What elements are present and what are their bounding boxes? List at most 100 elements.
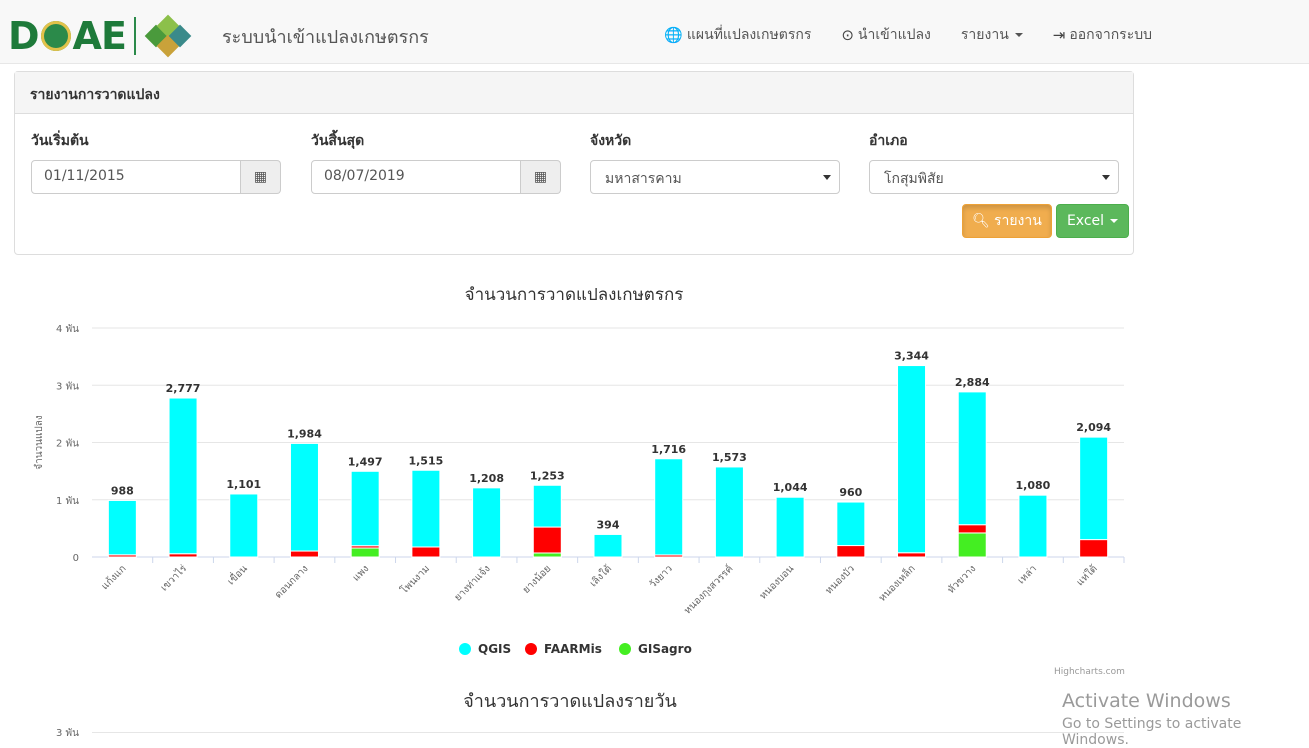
data-label: 1,080 <box>1016 479 1051 492</box>
district-label: อำเภอ <box>869 133 908 149</box>
x-category-label: หนองเหล็ก <box>875 561 918 604</box>
province-field: จังหวัด มหาสารคาม <box>590 130 840 194</box>
bar-gisagro <box>350 547 380 558</box>
province-label: จังหวัด <box>590 133 632 149</box>
end-date-input[interactable]: 08/07/2019 <box>311 160 521 194</box>
report-filter-panel: รายงานการวาดแปลง วันเริ่มต้น 01/11/2015 … <box>14 71 1134 255</box>
bar-qgis <box>107 499 137 556</box>
bar-faarmis <box>957 524 987 534</box>
x-category-label: โพนงาม <box>397 562 432 597</box>
upload-circle-icon: ⊙ <box>841 26 854 44</box>
start-date-input[interactable]: 01/11/2015 <box>31 160 241 194</box>
bar-qgis <box>654 458 684 556</box>
bar-qgis <box>532 484 562 528</box>
bar-faarmis <box>532 526 562 554</box>
x-category-label: แพง <box>351 563 372 584</box>
daily-chart-title: จำนวนการวาดแปลงรายวัน <box>463 691 677 712</box>
excel-button-label: Excel <box>1066 213 1105 229</box>
doae-logo[interactable]: D AE <box>8 14 194 58</box>
data-label: 1,253 <box>530 469 565 482</box>
bar-qgis <box>1018 494 1048 558</box>
x-category-label: เลิงใต้ <box>587 563 614 590</box>
x-category-label: หนองกุงสวรรค์ <box>682 563 736 617</box>
data-label: 2,884 <box>955 376 990 389</box>
calendar-icon[interactable]: ▦ <box>521 160 561 194</box>
start-date-field: วันเริ่มต้น 01/11/2015 ▦ <box>31 130 281 194</box>
province-select[interactable]: มหาสารคาม <box>590 160 840 194</box>
logo-wordmark: D AE <box>8 14 127 58</box>
calendar-icon[interactable]: ▦ <box>241 160 281 194</box>
chevron-down-icon <box>1110 219 1119 223</box>
x-category-label: ยางท่าแจ้ง <box>452 563 493 604</box>
x-category-label: หนองบัว <box>824 563 857 596</box>
legend-marker-gisagro <box>619 643 631 655</box>
district-field: อำเภอ โกสุมพิสัย <box>869 130 1119 194</box>
bar-qgis <box>168 397 198 555</box>
data-label: 394 <box>597 518 620 531</box>
nav-map[interactable]: 🌐 แผนที่แปลงเกษตรกร <box>664 24 811 46</box>
bar-qgis <box>775 496 805 558</box>
legend-marker-faarmis <box>525 643 537 655</box>
bar-qgis <box>289 442 319 552</box>
y-tick-label: 1 พัน <box>56 496 79 507</box>
excel-button[interactable]: Excel <box>1056 204 1129 238</box>
bar-qgis <box>957 391 987 526</box>
x-category-label: เขื่อน <box>224 561 250 587</box>
nav-report-dropdown[interactable]: รายงาน <box>961 24 1023 46</box>
y-tick-label: 4 พัน <box>56 324 79 335</box>
bar-chart-svg: จำนวนการวาดแปลงเกษตรกร 0 1 พัน 2 พัน 3 พัน 4 … <box>34 285 1125 656</box>
bar-qgis <box>593 533 623 558</box>
bar-qgis <box>836 501 866 547</box>
data-label: 1,716 <box>651 443 686 456</box>
legend-label: QGIS <box>478 642 511 656</box>
x-category-label: แห่ใต้ <box>1074 563 1100 589</box>
legend-marker-qgis <box>459 643 471 655</box>
x-category-label: ดอนกลาง <box>273 563 311 601</box>
chart-title: จำนวนการวาดแปลงเกษตรกร <box>465 285 684 305</box>
x-category-label: หัวขวาง <box>946 563 979 596</box>
panel-title: รายงานการวาดแปลง <box>15 72 1133 114</box>
logo-divider <box>133 17 136 55</box>
main-nav: 🌐 แผนที่แปลงเกษตรกร ⊙ นำเข้าแปลง รายงาน … <box>634 24 1152 46</box>
data-label: 3,344 <box>894 350 929 363</box>
chevron-down-icon <box>1014 33 1023 37</box>
logout-icon: ⇥ <box>1052 26 1066 44</box>
y-axis-title: จำนวนแปลง <box>34 415 45 470</box>
activate-windows-watermark: Activate Windows Go to Settings to activ… <box>1062 690 1309 748</box>
report-button-label: รายงาน <box>993 213 1042 229</box>
district-value: โกสุมพิสัย <box>884 171 944 187</box>
data-label: 960 <box>839 486 862 499</box>
bar-qgis <box>472 487 502 558</box>
nav-import-label: นำเข้าแปลง <box>857 27 931 43</box>
legend-label: FAARMis <box>544 642 602 656</box>
data-label: 1,044 <box>773 481 808 494</box>
y-tick-label: 3 พัน <box>56 381 79 392</box>
x-category-label: หนองบอน <box>758 563 797 602</box>
bar-gisagro <box>957 532 987 558</box>
chart-credits[interactable]: Highcharts.com <box>1054 667 1125 677</box>
daily-chart-gridline <box>92 732 1124 733</box>
data-label: 988 <box>111 484 134 497</box>
report-button[interactable]: 🔍︎ รายงาน <box>962 204 1052 238</box>
watermark-line-2: Go to Settings to activate Windows. <box>1062 716 1242 748</box>
nav-logout[interactable]: ⇥ ออกจากระบบ <box>1053 24 1152 46</box>
watermark-line-1: Activate Windows <box>1062 690 1231 712</box>
end-date-label: วันสิ้นสุด <box>311 133 365 149</box>
district-select[interactable]: โกสุมพิสัย <box>869 160 1119 194</box>
data-label: 1,101 <box>226 478 261 491</box>
bar-faarmis <box>1079 539 1109 558</box>
bar-qgis <box>1079 436 1109 541</box>
bar-qgis <box>714 466 744 558</box>
x-category-label: วังยาว <box>648 563 675 590</box>
nav-logout-label: ออกจากระบบ <box>1069 27 1152 43</box>
start-date-label: วันเริ่มต้น <box>31 133 89 149</box>
bar-qgis <box>897 365 927 554</box>
data-label: 1,984 <box>287 427 322 440</box>
nav-import[interactable]: ⊙ นำเข้าแปลง <box>841 24 931 46</box>
dropdown-arrow-icon <box>823 175 831 180</box>
x-category-label: เหล่า <box>1016 563 1039 586</box>
seal-icon <box>40 20 71 51</box>
y-tick-label: 0 <box>73 553 79 564</box>
data-label: 2,094 <box>1076 421 1111 434</box>
bar-faarmis <box>411 546 441 558</box>
